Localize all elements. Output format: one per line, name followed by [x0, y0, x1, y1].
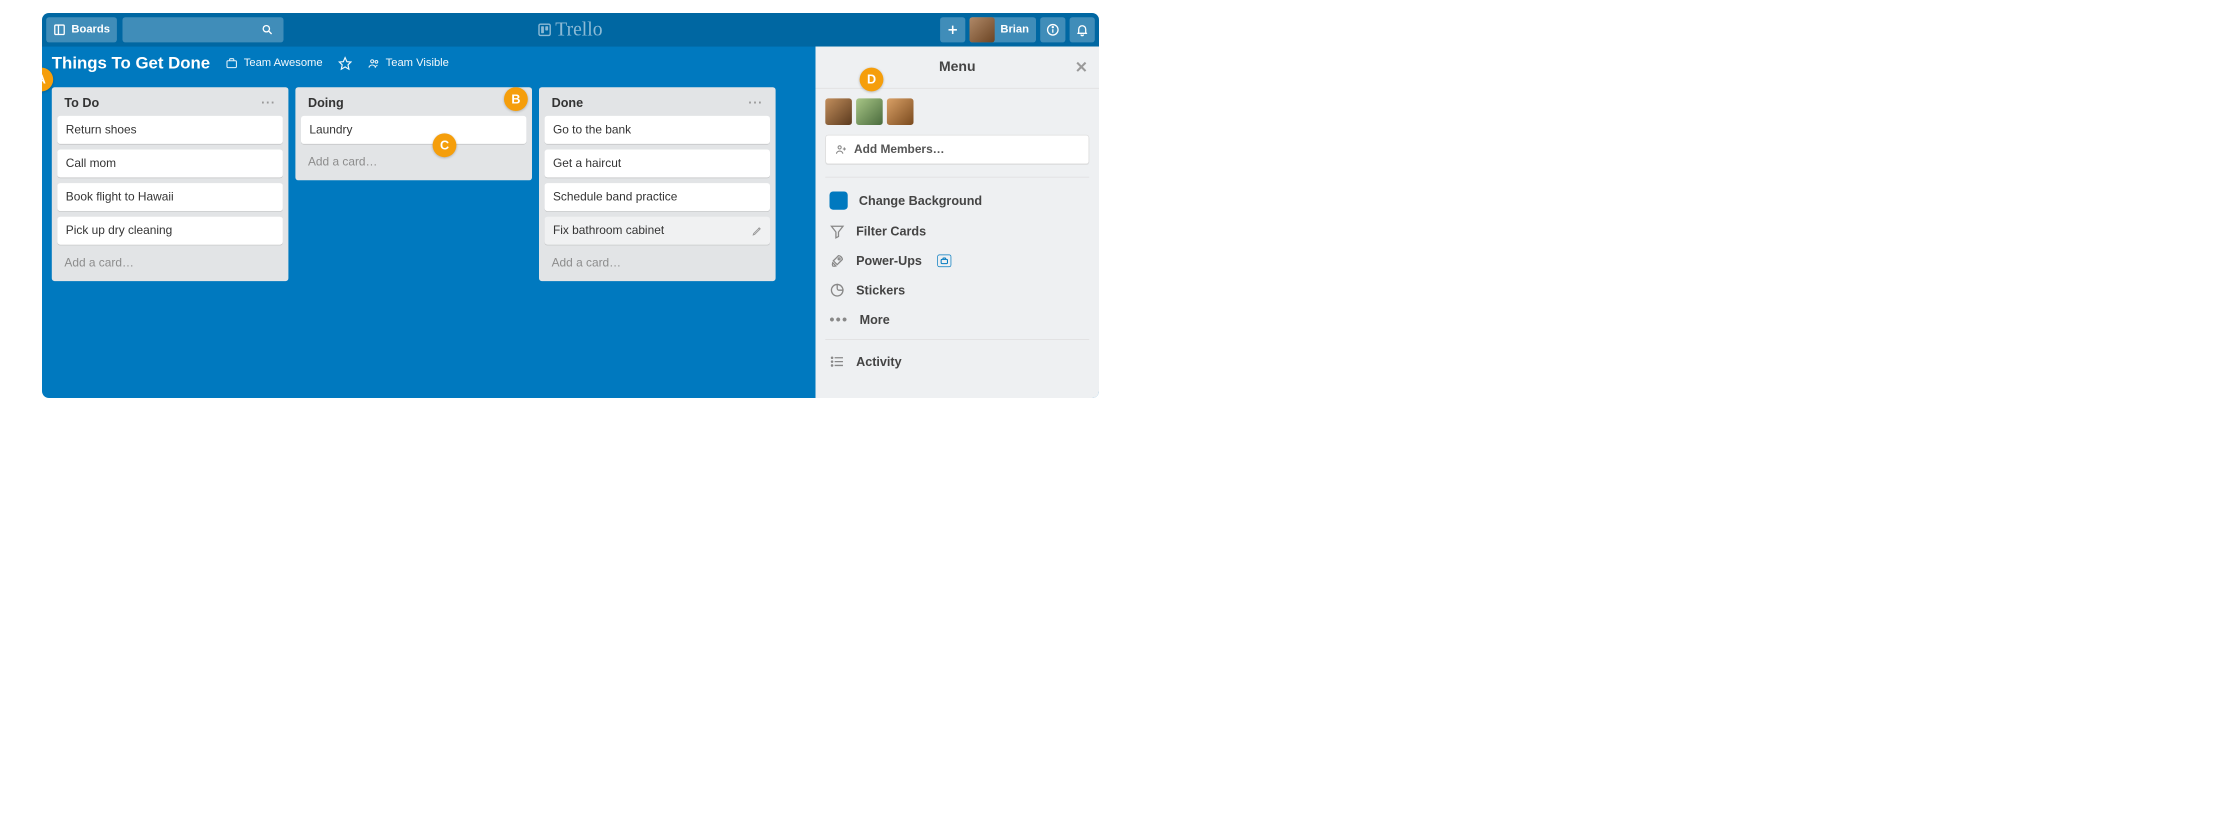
rocket-icon	[830, 253, 845, 268]
list-icon	[830, 354, 845, 369]
menu-filter-cards[interactable]: Filter Cards	[825, 217, 1089, 246]
separator	[825, 339, 1089, 340]
card[interactable]: Get a haircut	[545, 150, 770, 178]
briefcase-icon	[226, 57, 239, 70]
add-members-label: Add Members…	[854, 143, 945, 157]
card[interactable]: Go to the bank	[545, 116, 770, 144]
info-icon	[1046, 23, 1060, 37]
card[interactable]: Book flight to Hawaii	[57, 183, 282, 211]
visibility-label: Team Visible	[386, 57, 449, 70]
bell-icon	[1075, 23, 1089, 37]
list-header[interactable]: To Do ···	[57, 93, 282, 116]
card[interactable]: Call mom	[57, 150, 282, 178]
list-menu-icon[interactable]: ···	[748, 96, 763, 111]
people-icon	[367, 57, 380, 70]
list-title: Done	[552, 96, 584, 111]
member-avatars	[825, 98, 1089, 125]
star-button[interactable]	[338, 56, 352, 70]
list-doing: Doing ··· Laundry Add a card…	[295, 87, 532, 180]
board-title[interactable]: Things To Get Done	[52, 54, 210, 74]
card-title: Fix bathroom cabinet	[553, 224, 664, 237]
menu-item-label: Change Background	[859, 193, 982, 208]
separator	[825, 177, 1089, 178]
color-swatch-icon	[830, 192, 848, 210]
sticker-icon	[830, 283, 845, 298]
card[interactable]: Pick up dry cleaning	[57, 217, 282, 245]
add-card-button[interactable]: Add a card…	[545, 250, 770, 275]
add-members-button[interactable]: Add Members…	[825, 135, 1089, 164]
menu-power-ups[interactable]: Power-Ups	[825, 246, 1089, 275]
list-title: Doing	[308, 96, 344, 111]
search-icon	[261, 24, 274, 37]
pencil-icon[interactable]	[752, 225, 763, 236]
callout-b: B	[504, 87, 528, 111]
filter-icon	[830, 224, 845, 239]
trello-board: A B C D Boards Trello	[42, 13, 1099, 398]
visibility-button[interactable]: Team Visible	[367, 57, 448, 70]
notifications-button[interactable]	[1070, 17, 1095, 42]
menu-change-background[interactable]: Change Background	[825, 185, 1089, 217]
avatar[interactable]	[887, 98, 914, 125]
card[interactable]: Laundry	[301, 116, 526, 144]
plus-icon	[946, 24, 959, 37]
menu-body: Add Members… Change Background Filter Ca…	[816, 89, 1100, 387]
logo-icon	[538, 24, 551, 37]
dots-icon: •••	[830, 312, 849, 328]
menu-item-label: Stickers	[856, 283, 905, 298]
menu-activity[interactable]: Activity	[825, 347, 1089, 376]
menu-header: Menu ✕	[816, 47, 1100, 89]
card[interactable]: Fix bathroom cabinet	[545, 217, 770, 245]
team-label: Team Awesome	[244, 57, 323, 70]
boards-label: Boards	[71, 24, 110, 37]
list-title: To Do	[64, 96, 99, 111]
add-person-icon	[834, 143, 847, 156]
menu-item-label: Power-Ups	[856, 253, 922, 268]
board-icon	[53, 24, 66, 37]
menu-stickers[interactable]: Stickers	[825, 276, 1089, 305]
info-button[interactable]	[1040, 17, 1065, 42]
add-card-button[interactable]: Add a card…	[301, 150, 526, 175]
user-menu[interactable]: Brian	[970, 17, 1036, 42]
app-header: Boards Trello Brian	[42, 13, 1099, 47]
list-todo: To Do ··· Return shoes Call mom Book fli…	[52, 87, 289, 281]
menu-item-label: Activity	[856, 354, 902, 369]
avatar	[970, 17, 995, 42]
list-header[interactable]: Doing ···	[301, 93, 526, 116]
card[interactable]: Return shoes	[57, 116, 282, 144]
card[interactable]: Schedule band practice	[545, 183, 770, 211]
boards-button[interactable]: Boards	[46, 17, 117, 42]
avatar[interactable]	[856, 98, 883, 125]
menu-title: Menu	[939, 59, 976, 75]
menu-more[interactable]: ••• More	[825, 305, 1089, 335]
list-menu-icon[interactable]: ···	[261, 96, 276, 111]
menu-item-label: More	[860, 313, 890, 328]
board-menu: Menu ✕ Add Members… Change Background	[816, 47, 1100, 398]
avatar[interactable]	[825, 98, 852, 125]
add-card-button[interactable]: Add a card…	[57, 250, 282, 275]
create-button[interactable]	[940, 17, 965, 42]
logo-text: Trello	[555, 19, 602, 41]
user-name: Brian	[1000, 24, 1029, 37]
team-link[interactable]: Team Awesome	[226, 57, 323, 70]
list-done: Done ··· Go to the bank Get a haircut Sc…	[539, 87, 776, 281]
star-icon	[338, 56, 352, 70]
header-right: Brian	[940, 17, 1095, 42]
briefcase-badge-icon	[937, 255, 951, 268]
menu-item-label: Filter Cards	[856, 224, 926, 239]
list-header[interactable]: Done ···	[545, 93, 770, 116]
close-icon[interactable]: ✕	[1075, 58, 1088, 76]
callout-d: D	[860, 68, 884, 92]
search-input[interactable]	[123, 17, 284, 42]
callout-c: C	[433, 133, 457, 157]
